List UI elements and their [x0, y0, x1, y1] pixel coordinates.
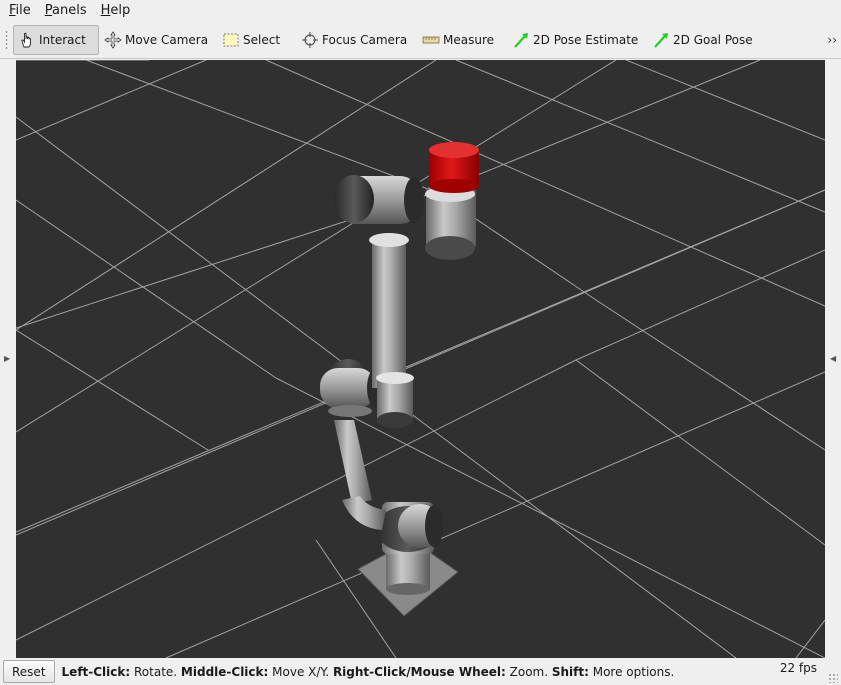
menu-bar: File Panels Help [0, 0, 841, 21]
interact-tool-button[interactable]: Interact [13, 25, 99, 55]
scene-svg [16, 60, 825, 658]
menu-panels-mnemonic: P [44, 3, 53, 18]
3d-render-viewport[interactable] [16, 60, 825, 658]
menu-help-mnemonic: H [100, 3, 111, 18]
tools-toolbar: Interact Move Camera Select Focus Camera… [0, 21, 841, 59]
menu-panels-label: anels [52, 3, 87, 18]
move-camera-tool-label: Move Camera [125, 33, 209, 47]
2d-pose-estimate-tool-label: 2D Pose Estimate [533, 33, 639, 47]
wrist-1-joint [369, 233, 409, 247]
interact-tool-label: Interact [39, 33, 86, 47]
measure-tool-button[interactable]: Measure [418, 25, 498, 55]
focus-camera-tool-label: Focus Camera [322, 33, 408, 47]
move-arrows-icon [104, 31, 122, 49]
hint-middle-click-action: Move X/Y. [268, 664, 333, 679]
lower-arm-link [334, 420, 372, 504]
2d-pose-estimate-tool-button[interactable]: 2D Pose Estimate [508, 25, 642, 55]
green-arrow-icon [514, 33, 528, 48]
crosshair-icon [302, 32, 318, 48]
status-bar: Reset Left-Click: Rotate. Middle-Click: … [0, 658, 841, 685]
focus-camera-tool-button[interactable]: Focus Camera [297, 25, 411, 55]
2d-goal-pose-tool-button[interactable]: 2D Goal Pose [648, 25, 757, 55]
robot-arm-model [320, 142, 479, 617]
mouse-controls-hint: Left-Click: Rotate. Middle-Click: Move X… [62, 665, 675, 679]
selection-box-icon [223, 33, 239, 47]
right-collapse-arrow-icon: ◀ [830, 354, 837, 363]
hint-shift-key: Shift: [551, 664, 589, 679]
ruler-icon [422, 36, 440, 44]
menu-panels[interactable]: Panels [40, 3, 92, 18]
hint-left-click-key: Left-Click: [61, 664, 131, 679]
toolbar-overflow-button[interactable]: ›› [827, 33, 837, 47]
left-dock-collapse-handle[interactable]: ▶ [0, 60, 15, 658]
select-tool-button[interactable]: Select [218, 25, 284, 55]
menu-file[interactable]: File [4, 3, 36, 18]
menu-file-label: ile [15, 3, 31, 18]
measure-tool-label: Measure [443, 33, 494, 47]
select-tool-label: Select [243, 33, 281, 47]
hint-shift-action: More options. [588, 664, 675, 679]
hand-pointer-icon [21, 32, 31, 48]
hint-left-click-action: Rotate. [130, 664, 181, 679]
reset-view-button[interactable]: Reset [3, 660, 55, 683]
2d-goal-pose-tool-label: 2D Goal Pose [673, 33, 753, 47]
menu-help-label: elp [110, 3, 131, 18]
left-collapse-arrow-icon: ▶ [4, 354, 11, 363]
hint-right-click-action: Zoom. [505, 664, 552, 679]
hint-middle-click-key: Middle-Click: [180, 664, 269, 679]
fps-counter: 22 fps [779, 661, 817, 675]
toolbar-grip[interactable] [5, 30, 8, 50]
green-arrow-icon [654, 33, 668, 48]
move-camera-tool-button[interactable]: Move Camera [100, 25, 212, 55]
hint-right-click-key: Right-Click/Mouse Wheel: [332, 664, 506, 679]
upper-arm-link [372, 238, 406, 388]
resize-grip[interactable] [828, 673, 838, 683]
right-dock-collapse-handle[interactable]: ◀ [826, 60, 841, 658]
menu-help[interactable]: Help [96, 3, 136, 18]
